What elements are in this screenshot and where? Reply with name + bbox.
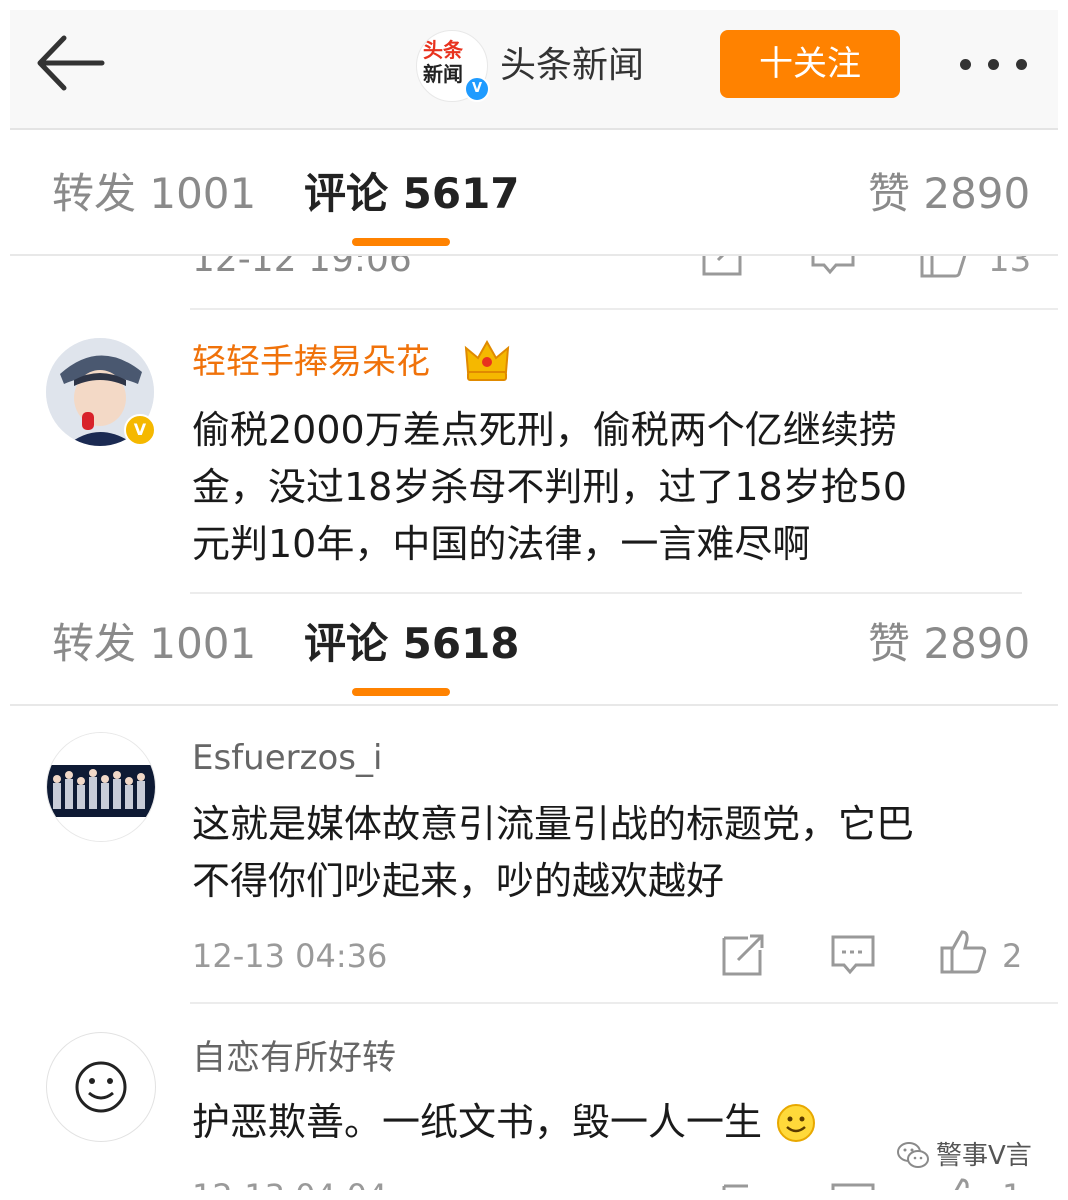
- tab-comments[interactable]: 评论 5617: [304, 166, 520, 222]
- avatar-photo: [47, 733, 155, 841]
- verified-badge-icon: V: [464, 76, 490, 102]
- wechat-icon: [897, 1142, 929, 1168]
- tab-repost[interactable]: 转发 1001: [52, 166, 256, 222]
- like-count: 1: [1002, 1176, 1022, 1190]
- partial-comment-footer: 12-12 19:06 13: [0, 256, 1068, 282]
- avatar[interactable]: [46, 1032, 156, 1142]
- comment-username[interactable]: Esfuerzos_i: [192, 736, 382, 780]
- smiley-avatar-icon: [75, 1061, 127, 1113]
- active-tab-indicator: [352, 688, 450, 696]
- comment-icon[interactable]: [830, 932, 876, 978]
- tab-likes[interactable]: 赞 2890: [868, 166, 1030, 222]
- thumbs-up-icon[interactable]: [918, 256, 968, 278]
- comment-text-line: 金，没过18岁杀母不判刑，过了18岁抢50: [192, 465, 908, 509]
- comment-divider: [190, 592, 1022, 594]
- more-button[interactable]: [950, 44, 1040, 84]
- comment-username[interactable]: 轻轻手捧易朵花: [192, 340, 430, 384]
- comment-text: 护恶欺善。一纸文书，毁一人一生: [192, 1094, 816, 1151]
- watermark: 警事V言: [892, 1134, 1052, 1178]
- verified-badge-icon: V: [124, 414, 156, 446]
- comment-text: 这就是媒体故意引流量引战的标题党，它巴 不得你们吵起来，吵的越欢越好: [192, 796, 1032, 910]
- tab-comments[interactable]: 评论 5618: [304, 616, 520, 672]
- back-arrow-icon: [37, 35, 105, 91]
- repost-icon[interactable]: [700, 256, 746, 278]
- comment-text: 偷税2000万差点死刑，偷税两个亿继续捞 金，没过18岁杀母不判刑，过了18岁抢…: [192, 402, 1032, 573]
- repost-icon[interactable]: [720, 932, 766, 978]
- account-logo-line1: 头条: [423, 38, 463, 62]
- tab-bar-divider: [10, 704, 1058, 706]
- watermark-text: 警事V言: [936, 1141, 1032, 1171]
- comment-icon[interactable]: [810, 256, 856, 278]
- thumbs-up-icon[interactable]: [938, 928, 988, 976]
- comment-username[interactable]: 自恋有所好转: [192, 1036, 396, 1080]
- comment-text-line: 护恶欺善。一纸文书，毁一人一生: [192, 1100, 763, 1144]
- comment-timestamp: 12-12 19:06: [192, 256, 412, 280]
- repost-icon[interactable]: [720, 1180, 766, 1190]
- comment-text-line: 不得你们吵起来，吵的越欢越好: [192, 859, 725, 903]
- partial-comment-footer: 12-13 04:04 1: [0, 1176, 1068, 1190]
- comment-timestamp: 12-13 04:04: [192, 1176, 387, 1190]
- comment-timestamp: 12-13 04:36: [192, 937, 388, 975]
- like-count: 13: [988, 256, 1032, 280]
- comment-text-line: 这就是媒体故意引流量引战的标题党，它巴: [192, 802, 915, 846]
- active-tab-indicator: [352, 238, 450, 246]
- tab-repost[interactable]: 转发 1001: [52, 616, 256, 672]
- back-button[interactable]: [30, 28, 110, 98]
- account-name[interactable]: 头条新闻: [500, 42, 644, 90]
- thumbs-up-icon[interactable]: [938, 1176, 988, 1190]
- avatar[interactable]: [46, 732, 156, 842]
- follow-button[interactable]: 十关注: [720, 30, 900, 98]
- comment-text-line: 元判10年，中国的法律，一言难尽啊: [192, 522, 811, 566]
- crown-icon: [464, 339, 510, 381]
- like-count: 2: [1002, 937, 1023, 975]
- comment-icon[interactable]: [830, 1180, 876, 1190]
- comment-text-line: 偷税2000万差点死刑，偷税两个亿继续捞: [192, 408, 897, 452]
- account-logo-line2: 新闻: [423, 62, 463, 86]
- comment-divider: [190, 1002, 1058, 1004]
- comment-divider: [190, 308, 1058, 310]
- tab-likes[interactable]: 赞 2890: [868, 616, 1030, 672]
- smiley-emoji-icon: [777, 1104, 816, 1142]
